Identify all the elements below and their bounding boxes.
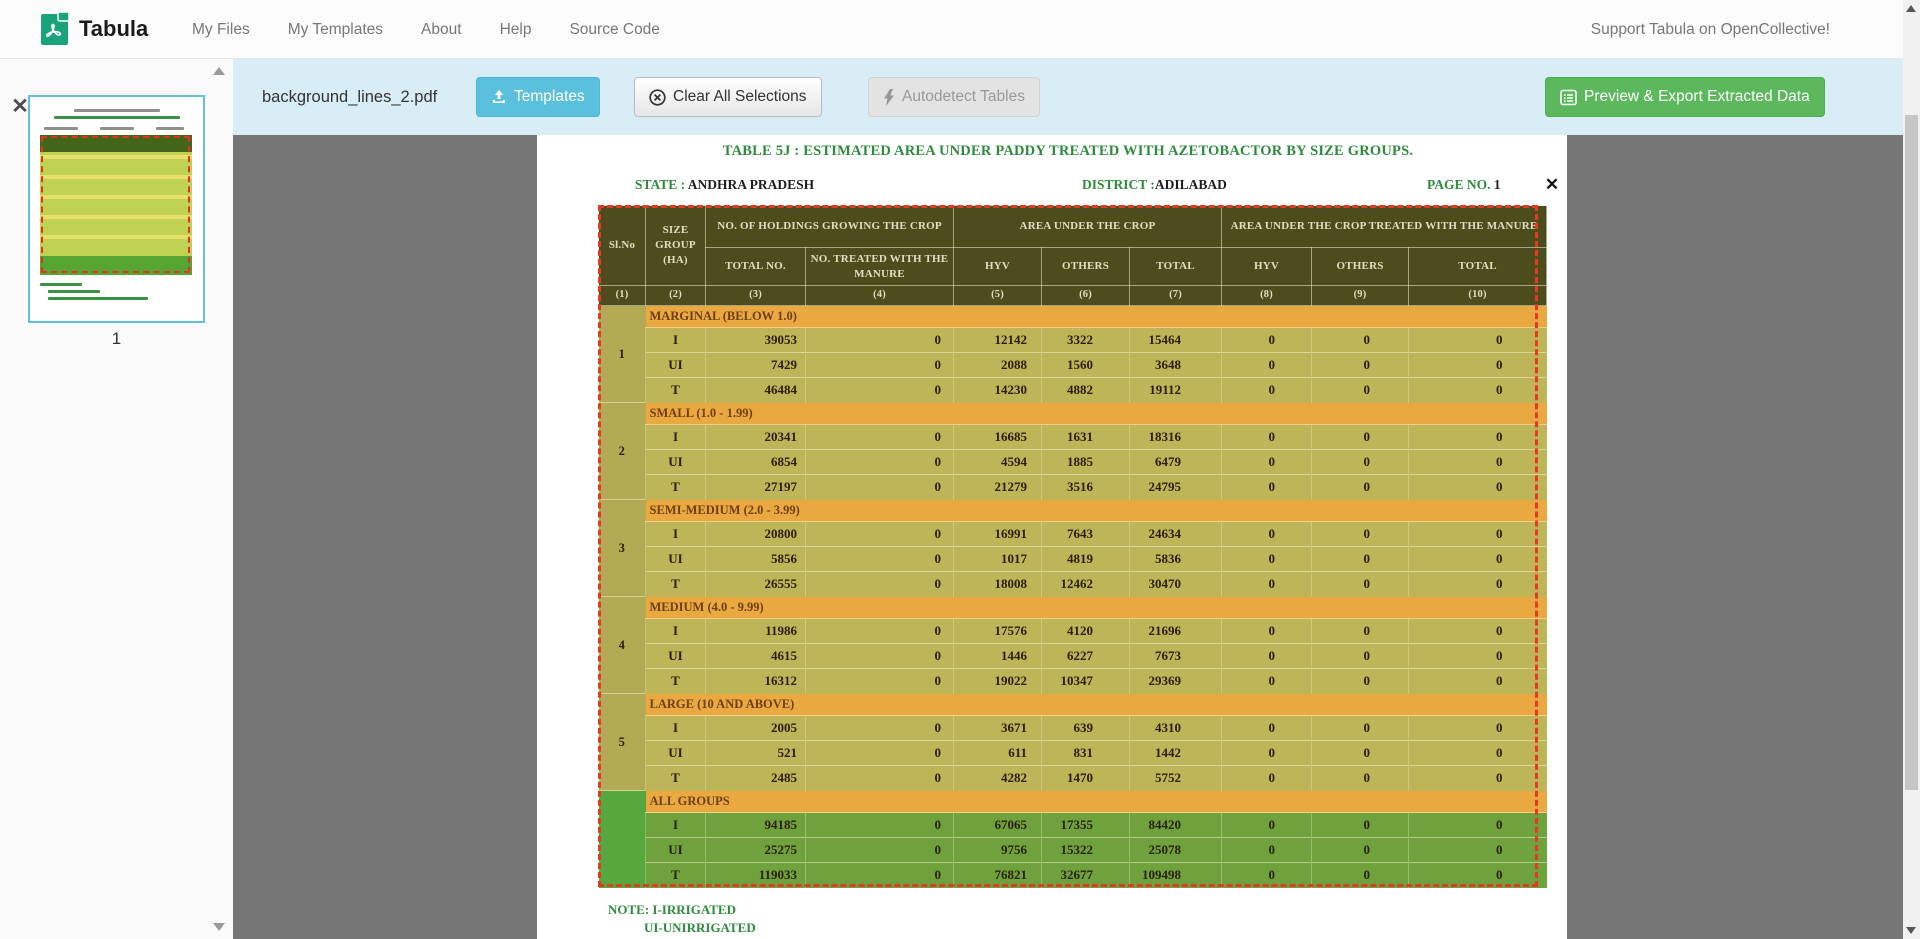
app-root: Tabula My Files My Templates About Help … [0,0,1920,939]
document-notes: NOTE: I-IRRIGATED UI-UNIRRIGATED [608,901,756,937]
page-scrollbar[interactable] [1903,0,1920,939]
mini-note-line-1 [40,283,82,286]
district-value: ADILABAD [1155,177,1227,192]
state-field: STATE : ANDHRA PRADESH [635,177,814,193]
pdf-page[interactable]: TABLE 5J : ESTIMATED AREA UNDER PADDY TR… [537,135,1567,939]
mini-meta-line-1 [44,127,78,130]
mini-meta-line-2 [100,127,134,130]
nav-item-source-code[interactable]: Source Code [569,21,659,39]
state-value: ANDHRA PRADESH [688,177,814,192]
templates-button[interactable]: Templates [476,77,600,117]
selection-close-icon[interactable]: ✕ [1542,175,1562,195]
mini-selection-overlay [41,136,190,273]
upload-icon [491,89,507,105]
list-alt-icon [1560,89,1577,106]
page-number-label: PAGE NO. [1427,177,1491,192]
nav-item-my-files[interactable]: My Files [192,21,250,39]
brand-name: Tabula [79,16,148,42]
nav-item-help[interactable]: Help [500,21,532,39]
selection-overlay[interactable] [598,205,1538,887]
note-line-2: UI-UNIRRIGATED [608,919,756,937]
scroll-up-icon[interactable] [1906,5,1916,12]
toolbar: background_lines_2.pdf Templates Clear A… [233,59,1903,135]
mini-subtitle-line [54,116,180,119]
mini-meta-line-3 [156,127,184,130]
clear-all-selections-label: Clear All Selections [673,88,807,106]
clear-all-selections-button[interactable]: Clear All Selections [634,77,822,117]
document-filename: background_lines_2.pdf [262,59,437,135]
scrollbar-thumb[interactable] [1905,115,1918,790]
clear-circle-x-icon [649,89,666,106]
note-line-1: NOTE: I-IRRIGATED [608,901,756,919]
page-thumbnail[interactable] [28,95,205,323]
nav-item-my-templates[interactable]: My Templates [288,21,383,39]
sidebar-scroll-up-icon[interactable] [213,67,225,75]
preview-export-button[interactable]: Preview & Export Extracted Data [1545,77,1825,117]
preview-export-label: Preview & Export Extracted Data [1584,88,1810,106]
scroll-down-icon[interactable] [1906,927,1916,934]
mini-table [40,135,192,275]
navbar: Tabula My Files My Templates About Help … [0,0,1920,59]
page-number-field: PAGE NO. 1 [1427,177,1501,193]
templates-button-label: Templates [514,88,585,106]
thumbnail-page-number: 1 [28,329,205,349]
brand[interactable]: Tabula [40,10,148,47]
document-title: TABLE 5J : ESTIMATED AREA UNDER PADDY TR… [598,143,1538,160]
autodetect-tables-label: Autodetect Tables [902,88,1025,106]
nav-item-about[interactable]: About [421,21,462,39]
navbar-menu: My Files My Templates About Help Source … [192,0,660,59]
sidebar: ✕ 1 [0,59,233,939]
district-field: DISTRICT :ADILABAD [1082,177,1227,193]
state-label: STATE : [635,177,685,192]
main-area: TABLE 5J : ESTIMATED AREA UNDER PADDY TR… [233,135,1903,939]
mini-title-line [74,109,160,112]
tabula-logo-icon [40,10,71,47]
sidebar-scroll-down-icon[interactable] [213,923,225,931]
mini-note-line-2 [48,290,100,293]
lightning-bolt-icon [883,89,895,106]
support-link[interactable]: Support Tabula on OpenCollective! [1591,0,1830,59]
page-number-value: 1 [1494,177,1501,192]
district-label: DISTRICT : [1082,177,1155,192]
document-meta: STATE : ANDHRA PRADESH DISTRICT :ADILABA… [537,177,1567,197]
autodetect-tables-button[interactable]: Autodetect Tables [868,77,1040,117]
mini-note-line-3 [48,297,148,300]
